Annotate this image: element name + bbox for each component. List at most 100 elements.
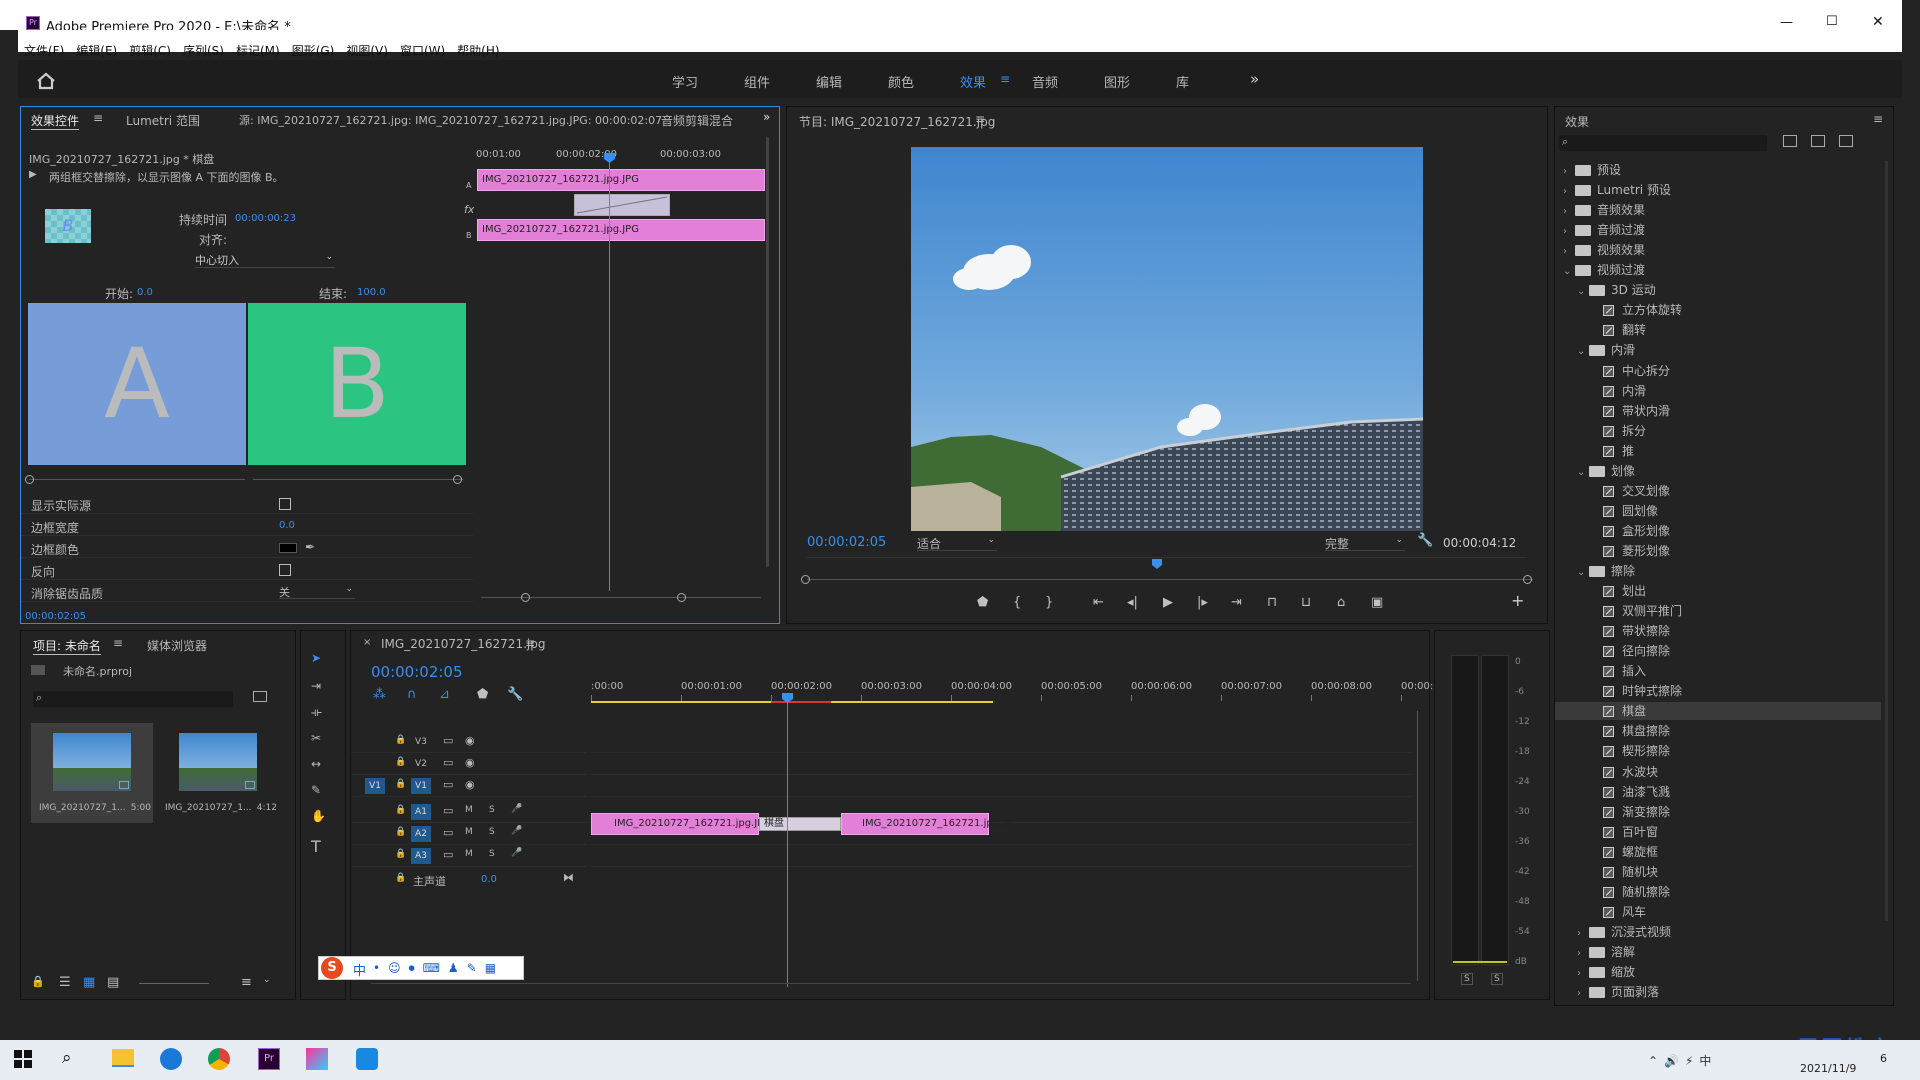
slip-tool-icon[interactable]: ↔ (311, 757, 337, 781)
eye-icon[interactable]: ◉ (465, 778, 475, 791)
scroll-handle[interactable] (521, 593, 530, 602)
track-lane[interactable] (591, 845, 1411, 867)
prop-value[interactable]: 0.0 (279, 520, 295, 531)
effect-folder[interactable]: › 溶解 (1555, 943, 1881, 961)
effect-item[interactable]: 楔形擦除 (1555, 742, 1881, 760)
extract-icon[interactable]: ⊔ (1301, 595, 1311, 610)
mini-clip-a[interactable]: IMG_20210727_162721.jpg.JPG (477, 169, 765, 191)
menu-item[interactable]: 标记(M) (236, 42, 280, 59)
effect-item[interactable]: 油漆飞溅 (1555, 783, 1881, 801)
effect-folder[interactable]: › 缩放 (1555, 963, 1881, 981)
timeline-transition[interactable]: 棋盘 (759, 817, 841, 831)
ripple-edit-tool-icon[interactable]: ⟛ (311, 705, 337, 729)
mute-button[interactable]: M (465, 849, 473, 859)
track-lane[interactable] (591, 753, 1411, 775)
effect-item[interactable]: 随机擦除 (1555, 883, 1881, 901)
ime-mode-label[interactable]: 中 (353, 960, 366, 979)
menu-item[interactable]: 序列(S) (183, 42, 224, 59)
effect-folder[interactable]: ⌄ 内滑 (1555, 341, 1881, 359)
chevron-down-icon[interactable]: ⌄ (263, 975, 271, 985)
menu-item[interactable]: 视图(V) (346, 42, 388, 59)
chrome-icon[interactable] (208, 1048, 230, 1070)
lock-icon[interactable]: 🔒 (31, 975, 45, 988)
timeline-hscroll[interactable] (371, 983, 1411, 984)
chevron-down-icon[interactable]: ⌄ (1577, 464, 1589, 482)
play-icon[interactable]: ▶ (1163, 595, 1173, 610)
panel-menu-icon[interactable]: ≡ (113, 636, 123, 650)
chevron-down-icon[interactable]: ⌄ (1577, 283, 1589, 301)
search-icon[interactable]: ⌕ (62, 1048, 72, 1068)
effect-item[interactable]: 百叶窗 (1555, 823, 1881, 841)
yuv-effects-icon[interactable] (1839, 135, 1853, 147)
lock-icon[interactable]: 🔒 (395, 805, 406, 815)
effect-item[interactable]: 中心拆分 (1555, 362, 1881, 380)
hand-tool-icon[interactable]: ✋ (311, 809, 337, 833)
track-header[interactable]: 🔒 A3 ▭ M S 🎤 (351, 845, 587, 867)
track-header[interactable]: 🔒 V3 ▭ ◉ (351, 731, 587, 753)
project-item[interactable]: IMG_20210727_1... 4:12 (157, 723, 279, 823)
vertical-scrollbar[interactable] (1885, 161, 1888, 921)
lock-icon[interactable]: 🔒 (395, 827, 406, 837)
sync-lock-icon[interactable]: ▭ (443, 778, 453, 791)
menu-item[interactable]: 帮助(H) (457, 42, 499, 59)
quality-select[interactable]: 完整 ⌄ (1325, 535, 1405, 551)
add-marker-icon[interactable]: ⬟ (477, 687, 488, 702)
chevron-right-icon[interactable]: › (1577, 925, 1589, 943)
track-header[interactable]: V1 🔒 V1 ▭ ◉ (351, 775, 587, 797)
tab-media-browser[interactable]: 媒体浏览器 (147, 637, 207, 654)
app-taskbar-icon[interactable] (356, 1048, 378, 1070)
mute-button[interactable]: M (465, 827, 473, 837)
freeform-view-icon[interactable]: ▤ (107, 975, 119, 990)
menu-item[interactable]: 文件(F) (24, 42, 64, 59)
app-taskbar-icon[interactable] (306, 1048, 328, 1070)
tab-source[interactable]: 源: IMG_20210727_162721.jpg: IMG_20210727… (239, 112, 662, 128)
chevron-down-icon[interactable]: ⌄ (1563, 263, 1575, 281)
track-label[interactable]: A3 (411, 848, 431, 864)
align-select[interactable]: 中心切入 ⌄ (195, 252, 335, 268)
effect-item[interactable]: 盒形划像 (1555, 522, 1881, 540)
timeline-tab[interactable]: IMG_20210727_162721.jpg (381, 637, 545, 651)
effect-folder[interactable]: › Lumetri 预设 (1555, 181, 1881, 199)
32bit-effects-icon[interactable] (1811, 135, 1825, 147)
timeline-clip-2[interactable]: IMG_20210727_162721.jpg.JP (841, 813, 1011, 835)
effect-folder[interactable]: ⌄ 划像 (1555, 462, 1881, 480)
tab-project[interactable]: 项目: 未命名 (33, 637, 101, 655)
microphone-icon[interactable]: 🎤 (511, 848, 522, 858)
effect-item[interactable]: 拆分 (1555, 422, 1881, 440)
workspace-tab[interactable]: 库 (1176, 72, 1189, 91)
chevron-right-icon[interactable]: › (1563, 203, 1575, 221)
effect-item[interactable]: 划出 (1555, 582, 1881, 600)
icon-view-icon[interactable]: ▦ (83, 975, 95, 990)
lock-icon[interactable]: 🔒 (395, 849, 406, 859)
lift-icon[interactable]: ⊓ (1267, 595, 1277, 610)
file-explorer-icon[interactable] (112, 1049, 134, 1067)
chevron-right-icon[interactable]: › (1563, 223, 1575, 241)
panel-menu-icon[interactable]: ≡ (975, 112, 985, 126)
timeline-vscroll[interactable] (1417, 711, 1418, 981)
end-value[interactable]: 100.0 (357, 287, 386, 298)
razor-tool-icon[interactable]: ✂ (311, 731, 337, 755)
taskbar-date[interactable]: 2021/11/9 (1800, 1062, 1856, 1075)
sync-lock-icon[interactable]: ▭ (443, 826, 453, 839)
lock-icon[interactable]: 🔒 (395, 757, 406, 767)
master-expand-icon[interactable]: ⧓ (563, 871, 574, 884)
effect-item[interactable]: 螺旋框 (1555, 843, 1881, 861)
panel-menu-icon[interactable]: ≡ (1873, 112, 1883, 126)
panel-overflow-icon[interactable]: » (763, 110, 770, 124)
workspace-tab[interactable]: 音频 (1032, 72, 1058, 91)
mini-playhead[interactable] (609, 151, 610, 591)
effect-item[interactable]: 插入 (1555, 662, 1881, 680)
effect-item[interactable]: 时钟式擦除 (1555, 682, 1881, 700)
chevron-right-icon[interactable]: › (1577, 945, 1589, 963)
track-lane[interactable] (591, 775, 1411, 797)
tab-menu-icon[interactable]: ≡ (93, 111, 103, 125)
eye-icon[interactable]: ◉ (465, 756, 475, 769)
end-slider-handle[interactable] (453, 475, 462, 484)
end-slider[interactable] (253, 479, 463, 480)
tab-lumetri-scopes[interactable]: Lumetri 范围 (126, 112, 200, 129)
chevron-down-icon[interactable]: ⌄ (1577, 564, 1589, 582)
menu-item[interactable]: 编辑(E) (76, 42, 117, 59)
fit-select[interactable]: 适合 ⌄ (917, 535, 997, 551)
play-transition-icon[interactable]: ▶ (29, 169, 37, 180)
chevron-down-icon[interactable]: ⌄ (1577, 343, 1589, 361)
